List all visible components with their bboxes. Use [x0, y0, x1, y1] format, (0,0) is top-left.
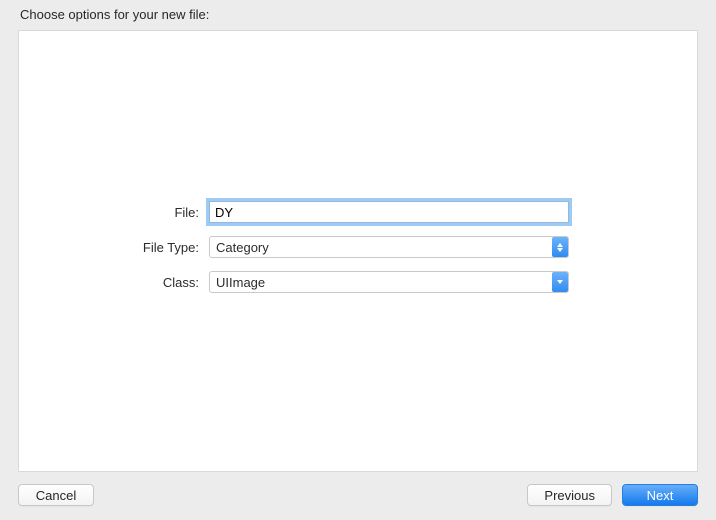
new-file-dialog: Choose options for your new file: File: … [0, 0, 716, 520]
file-row: File: [19, 201, 697, 223]
file-type-label: File Type: [19, 240, 209, 255]
previous-button[interactable]: Previous [527, 484, 612, 506]
content-panel: File: File Type: Category [18, 30, 698, 472]
class-row: Class: UIImage [19, 271, 697, 293]
file-type-row: File Type: Category [19, 236, 697, 258]
chevron-down-icon [552, 272, 568, 292]
file-input[interactable] [209, 201, 569, 223]
dialog-title: Choose options for your new file: [18, 4, 698, 30]
class-value: UIImage [210, 275, 552, 290]
stepper-arrows-icon [552, 237, 568, 257]
class-select[interactable]: UIImage [209, 271, 569, 293]
file-type-value: Category [210, 240, 552, 255]
form-area: File: File Type: Category [19, 201, 697, 293]
next-button[interactable]: Next [622, 484, 698, 506]
class-label: Class: [19, 275, 209, 290]
button-bar: Cancel Previous Next [18, 472, 698, 506]
file-label: File: [19, 205, 209, 220]
cancel-button[interactable]: Cancel [18, 484, 94, 506]
file-type-select[interactable]: Category [209, 236, 569, 258]
